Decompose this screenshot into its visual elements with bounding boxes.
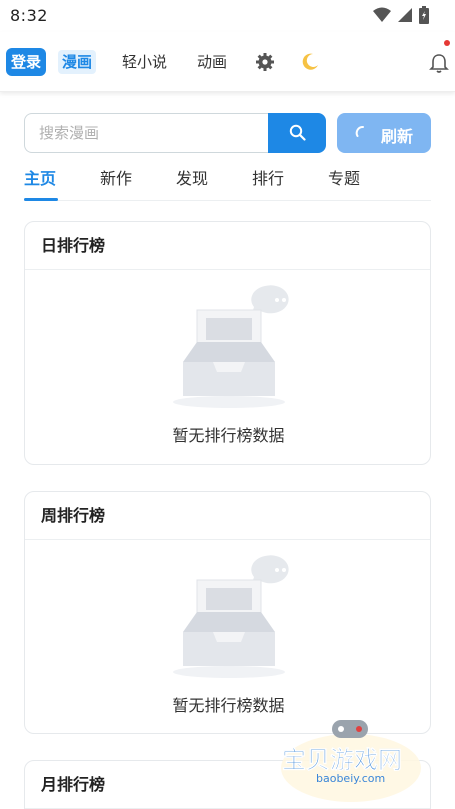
empty-inbox-icon: [173, 285, 289, 408]
search-icon: [289, 124, 306, 141]
content-tabs: 主页 新作 发现 排行 专题: [24, 165, 431, 201]
status-time: 8:32: [10, 6, 48, 25]
search-input[interactable]: [24, 113, 270, 153]
nav-item-light-novel[interactable]: 轻小说: [122, 50, 167, 74]
loading-spinner-icon: [355, 126, 364, 137]
tab-home[interactable]: 主页: [24, 167, 56, 191]
wifi-icon: [373, 7, 391, 22]
tab-discover[interactable]: 发现: [176, 167, 208, 191]
login-button[interactable]: 登录: [6, 48, 46, 76]
battery-icon: [419, 6, 429, 24]
refresh-button[interactable]: 刷新: [337, 113, 431, 153]
search-button[interactable]: [268, 113, 326, 153]
refresh-label: 刷新: [381, 127, 414, 146]
tab-new[interactable]: 新作: [100, 167, 132, 191]
empty-state-text: 暂无排行榜数据: [172, 426, 285, 445]
active-tab-indicator: [24, 198, 58, 201]
nav-item-anime[interactable]: 动画: [197, 50, 227, 74]
watermark: 宝贝游戏网 baobeiy.com: [276, 716, 426, 806]
signal-icon: [398, 8, 412, 22]
notification-dot: [444, 40, 450, 46]
empty-state-text: 暂无排行榜数据: [172, 696, 285, 715]
tab-topics[interactable]: 专题: [328, 167, 360, 191]
status-icons: [373, 6, 429, 24]
ranking-card-weekly: 周排行榜 暂无排行榜数据: [24, 491, 431, 734]
bell-icon[interactable]: [428, 52, 450, 74]
empty-inbox-icon: [173, 555, 289, 678]
tab-ranking[interactable]: 排行: [252, 167, 284, 191]
nav-item-comic[interactable]: 漫画: [58, 50, 97, 74]
ranking-card-title: 周排行榜: [25, 492, 430, 540]
watermark-url: baobeiy.com: [316, 772, 386, 785]
ranking-card-daily: 日排行榜 暂无排行榜数据: [24, 221, 431, 465]
watermark-name: 宝贝游戏网: [282, 746, 403, 775]
gear-icon[interactable]: [255, 52, 275, 72]
ranking-card-title: 日排行榜: [25, 222, 430, 270]
top-nav: 登录 漫画 轻小说 动画: [0, 32, 455, 92]
moon-icon[interactable]: [300, 52, 320, 72]
status-bar: 8:32: [0, 0, 455, 32]
